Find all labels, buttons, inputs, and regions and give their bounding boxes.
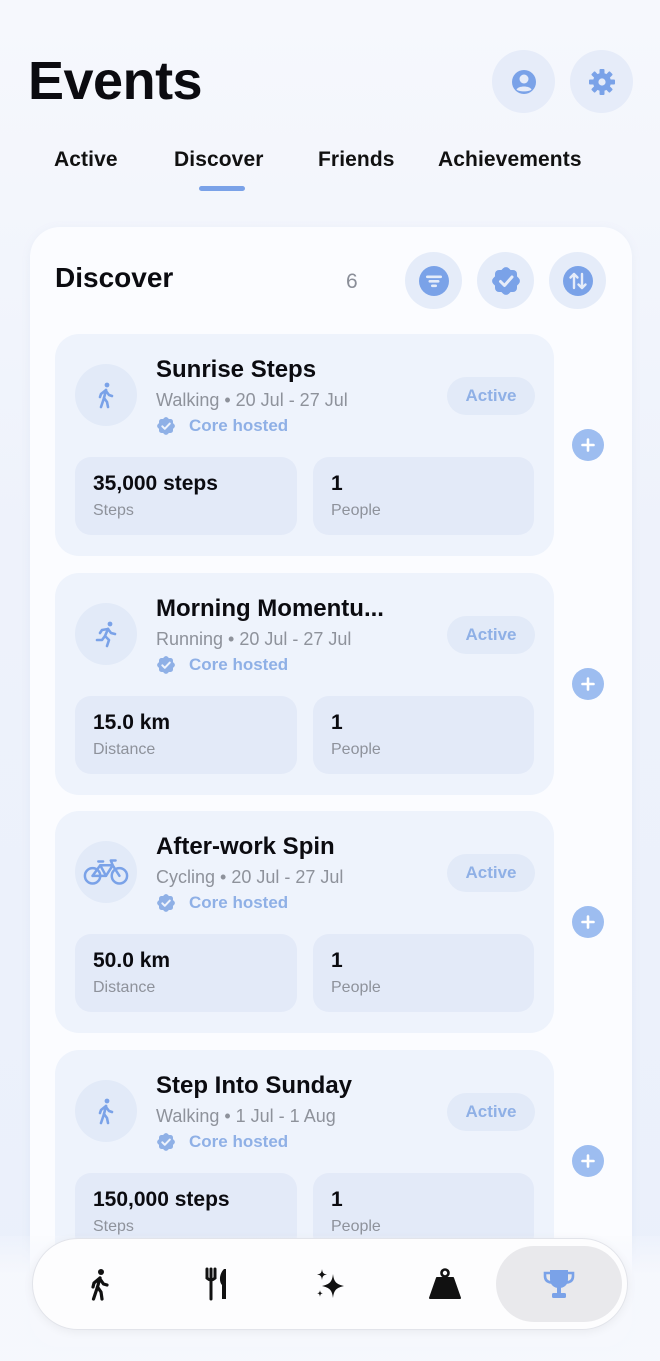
hosted-text: Core hosted	[189, 416, 289, 435]
verified-badge-icon	[491, 266, 520, 295]
tab-insights[interactable]	[268, 1246, 394, 1322]
people-label: People	[331, 979, 381, 996]
verified-badge-icon	[157, 894, 175, 912]
hosted-text: Core hosted	[189, 893, 289, 912]
people-label: People	[331, 741, 381, 758]
walking-icon	[98, 1098, 114, 1125]
event-card[interactable]: After-work Spin Cycling • 20 Jul - 27 Ju…	[55, 811, 554, 1033]
sparkles-icon	[317, 1269, 344, 1298]
event-subtitle: Walking • 1 Jul - 1 Aug	[156, 1106, 336, 1126]
plus-icon	[581, 915, 595, 929]
plus-icon	[581, 1154, 595, 1168]
goal-value: 50.0 km	[93, 949, 171, 972]
goal-value: 150,000 steps	[93, 1188, 230, 1211]
bicycle-icon	[83, 859, 129, 885]
hosted-label: Core hosted	[156, 655, 288, 675]
plus-icon	[581, 677, 595, 691]
filter-button[interactable]	[405, 252, 462, 309]
goal-stat: 15.0 km Distance	[75, 696, 297, 774]
goal-value: 35,000 steps	[93, 472, 218, 495]
tab-discover[interactable]: Discover	[174, 148, 264, 172]
tab-activity[interactable]	[37, 1246, 163, 1322]
goal-value: 15.0 km	[93, 711, 171, 734]
join-event-button[interactable]	[572, 668, 604, 700]
status-badge: Active	[447, 377, 535, 415]
event-count: 6	[346, 270, 358, 293]
goal-label: Steps	[93, 1218, 134, 1235]
sort-button[interactable]	[549, 252, 606, 309]
join-event-button[interactable]	[572, 429, 604, 461]
tab-weight[interactable]	[382, 1246, 508, 1322]
activity-icon-container	[75, 1080, 137, 1142]
hosted-text: Core hosted	[189, 655, 289, 674]
event-name: Sunrise Steps	[156, 356, 317, 383]
tab-events[interactable]	[496, 1246, 622, 1322]
tab-selection-indicator	[199, 186, 245, 191]
panel-title: Discover	[55, 262, 174, 293]
activity-icon-container	[75, 364, 137, 426]
event-card[interactable]: Sunrise Steps Walking • 20 Jul - 27 Jul …	[55, 334, 554, 556]
plus-icon	[581, 438, 595, 452]
people-value: 1	[331, 711, 343, 734]
activity-icon-container	[75, 603, 137, 665]
people-label: People	[331, 502, 381, 519]
event-subtitle: Running • 20 Jul - 27 Jul	[156, 629, 352, 649]
status-badge: Active	[447, 854, 535, 892]
join-event-button[interactable]	[572, 906, 604, 938]
status-badge: Active	[447, 616, 535, 654]
event-name: After-work Spin	[156, 833, 335, 860]
walking-icon	[98, 382, 114, 409]
people-value: 1	[331, 1188, 343, 1211]
hosted-label: Core hosted	[156, 416, 288, 436]
activity-icon-container	[75, 841, 137, 903]
people-label: People	[331, 1218, 381, 1235]
sort-icon	[562, 265, 593, 296]
hosted-label: Core hosted	[156, 893, 288, 913]
verified-badge-icon	[157, 656, 175, 674]
people-stat: 1 People	[313, 457, 534, 535]
hosted-label: Core hosted	[156, 1132, 288, 1152]
goal-stat: 50.0 km Distance	[75, 934, 297, 1012]
people-value: 1	[331, 949, 343, 972]
goal-label: Distance	[93, 979, 156, 996]
segment-tabs: Active Discover Friends Achievements	[0, 148, 660, 198]
verified-filter-button[interactable]	[477, 252, 534, 309]
people-stat: 1 People	[313, 934, 534, 1012]
settings-button[interactable]	[570, 50, 633, 113]
weight-icon	[429, 1268, 461, 1299]
trophy-icon	[543, 1270, 575, 1298]
event-subtitle: Cycling • 20 Jul - 27 Jul	[156, 867, 344, 887]
event-subtitle: Walking • 20 Jul - 27 Jul	[156, 390, 348, 410]
status-badge: Active	[447, 1093, 535, 1131]
running-icon	[95, 621, 117, 648]
event-name: Step Into Sunday	[156, 1072, 353, 1099]
tab-active[interactable]: Active	[54, 148, 118, 172]
hosted-text: Core hosted	[189, 1132, 289, 1151]
profile-button[interactable]	[492, 50, 555, 113]
tab-food[interactable]	[153, 1246, 279, 1322]
event-name: Morning Momentu...	[156, 595, 384, 622]
join-event-button[interactable]	[572, 1145, 604, 1177]
people-stat: 1 People	[313, 696, 534, 774]
filter-icon	[418, 265, 449, 296]
goal-stat: 35,000 steps Steps	[75, 457, 297, 535]
gear-icon	[588, 68, 615, 95]
page-title: Events	[28, 51, 203, 111]
verified-badge-icon	[157, 1133, 175, 1151]
tab-achievements[interactable]: Achievements	[438, 148, 582, 172]
event-card[interactable]: Morning Momentu... Running • 20 Jul - 27…	[55, 573, 554, 795]
person-circle-icon	[511, 69, 536, 94]
goal-label: Distance	[93, 741, 156, 758]
people-value: 1	[331, 472, 343, 495]
fork-knife-icon	[205, 1267, 226, 1301]
goal-label: Steps	[93, 502, 134, 519]
verified-badge-icon	[157, 417, 175, 435]
tab-friends[interactable]: Friends	[318, 148, 395, 172]
walking-icon	[91, 1269, 109, 1301]
